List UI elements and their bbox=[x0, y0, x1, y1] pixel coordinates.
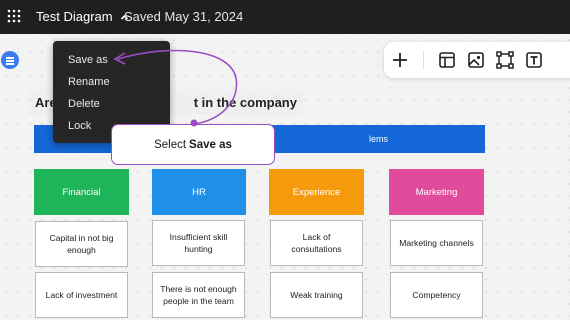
menu-item-rename[interactable]: Rename bbox=[68, 76, 110, 88]
menu-item-lock[interactable]: Lock bbox=[68, 120, 91, 132]
instruction-tooltip: Select Save as bbox=[111, 124, 275, 165]
card-text: Capital in not big enough bbox=[49, 232, 114, 255]
card-text: Insufficient skill hunting bbox=[169, 231, 228, 254]
tooltip-action: Save as bbox=[189, 138, 232, 151]
card-training[interactable]: Weak training bbox=[270, 272, 363, 318]
toolbar-divider bbox=[423, 50, 424, 70]
category-financial[interactable]: Financial bbox=[34, 169, 129, 215]
category-label: Experience bbox=[292, 186, 341, 198]
document-title: Test Diagram bbox=[36, 9, 113, 24]
apps-grid-icon[interactable] bbox=[7, 9, 21, 23]
card-marketing-channels[interactable]: Marketing channels bbox=[390, 220, 483, 266]
card-text: There is not enough people in the team bbox=[160, 283, 237, 306]
menu-icon[interactable] bbox=[1, 51, 19, 69]
card-skill-hunting[interactable]: Insufficient skill hunting bbox=[152, 220, 245, 266]
card-text: Lack of consultations bbox=[291, 231, 342, 254]
document-title-button[interactable]: Test Diagram bbox=[36, 9, 129, 24]
card-capital[interactable]: Capital in not big enough bbox=[35, 221, 128, 267]
category-label: Financial bbox=[62, 186, 101, 198]
card-competency[interactable]: Competency bbox=[390, 272, 483, 318]
card-consultations[interactable]: Lack of consultations bbox=[270, 220, 363, 266]
card-text: Weak training bbox=[290, 289, 343, 300]
category-label: HR bbox=[192, 186, 206, 198]
card-text: Lack of investment bbox=[45, 289, 118, 300]
layout-icon[interactable] bbox=[437, 50, 457, 70]
plus-icon[interactable] bbox=[390, 50, 410, 70]
menu-item-delete[interactable]: Delete bbox=[68, 98, 100, 110]
saved-status: Saved May 31, 2024 bbox=[124, 9, 244, 24]
card-team-size[interactable]: There is not enough people in the team bbox=[152, 272, 245, 318]
top-bar: Test Diagram Saved May 31, 2024 bbox=[0, 0, 570, 34]
category-hr[interactable]: HR bbox=[152, 169, 246, 215]
board-title-end: t in the company bbox=[193, 95, 297, 110]
menu-item-save-as[interactable]: Save as bbox=[68, 54, 108, 66]
category-experience[interactable]: Experience bbox=[269, 169, 364, 215]
connect-shapes-icon[interactable] bbox=[495, 50, 515, 70]
image-icon[interactable] bbox=[466, 50, 486, 70]
card-investment[interactable]: Lack of investment bbox=[35, 272, 128, 318]
card-text: Competency bbox=[412, 289, 461, 300]
text-icon[interactable] bbox=[524, 50, 544, 70]
canvas-toolbar bbox=[384, 42, 570, 78]
category-marketing[interactable]: Marketing bbox=[389, 169, 484, 215]
category-label: Marketing bbox=[415, 186, 458, 198]
card-text: Marketing channels bbox=[399, 237, 474, 248]
tooltip-prefix: Select bbox=[154, 138, 187, 151]
banner-text: lems bbox=[368, 134, 388, 144]
